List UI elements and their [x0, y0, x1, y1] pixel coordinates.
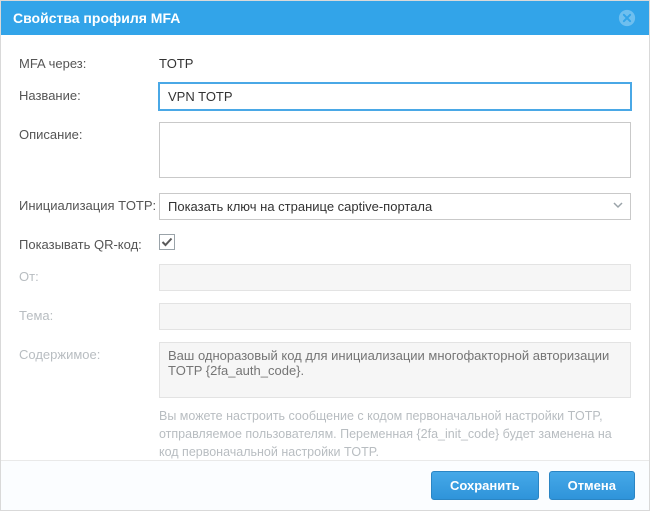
- content-hint: Вы можете настроить сообщение с кодом пе…: [159, 407, 631, 460]
- totp-init-selected-value: Показать ключ на странице captive-портал…: [168, 199, 612, 214]
- content-input: [159, 342, 631, 398]
- label-description: Описание:: [19, 122, 159, 142]
- totp-init-select[interactable]: Показать ключ на странице captive-портал…: [159, 193, 631, 220]
- label-totp-init: Инициализация TOTP:: [19, 193, 159, 213]
- row-subject: Тема:: [19, 303, 631, 330]
- row-from: От:: [19, 264, 631, 291]
- label-mfa-via: MFA через:: [19, 51, 159, 71]
- show-qr-checkbox[interactable]: [159, 234, 175, 250]
- dialog-footer: Сохранить Отмена: [1, 460, 649, 510]
- row-show-qr: Показывать QR-код:: [19, 232, 631, 252]
- label-name: Название:: [19, 83, 159, 103]
- chevron-down-icon: [612, 199, 624, 214]
- name-input[interactable]: [159, 83, 631, 110]
- dialog-title: Свойства профиля MFA: [13, 10, 180, 26]
- row-totp-init: Инициализация TOTP: Показать ключ на стр…: [19, 193, 631, 220]
- dialog-body: MFA через: TOTP Название: Описание: Иниц…: [1, 35, 649, 460]
- close-icon[interactable]: [617, 8, 637, 28]
- row-mfa-via: MFA через: TOTP: [19, 51, 631, 71]
- subject-input: [159, 303, 631, 330]
- label-subject: Тема:: [19, 303, 159, 323]
- description-input[interactable]: [159, 122, 631, 178]
- mfa-profile-dialog: Свойства профиля MFA MFA через: TOTP Наз…: [0, 0, 650, 511]
- label-from: От:: [19, 264, 159, 284]
- label-show-qr: Показывать QR-код:: [19, 232, 159, 252]
- row-name: Название:: [19, 83, 631, 110]
- value-mfa-via: TOTP: [159, 51, 631, 71]
- dialog-titlebar: Свойства профиля MFA: [1, 1, 649, 35]
- cancel-button[interactable]: Отмена: [549, 471, 635, 500]
- row-description: Описание:: [19, 122, 631, 181]
- row-content: Содержимое:: [19, 342, 631, 401]
- label-content: Содержимое:: [19, 342, 159, 362]
- save-button[interactable]: Сохранить: [431, 471, 539, 500]
- from-input: [159, 264, 631, 291]
